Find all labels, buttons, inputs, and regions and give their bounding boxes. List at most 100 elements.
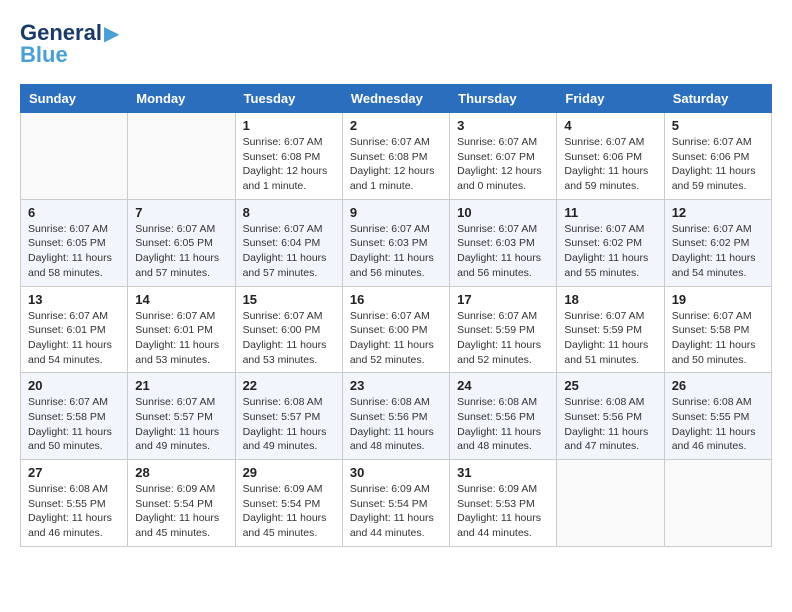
calendar-cell	[664, 460, 771, 547]
calendar-cell: 22 Sunrise: 6:08 AMSunset: 5:57 PMDayligh…	[235, 373, 342, 460]
day-number: 18	[564, 292, 656, 307]
logo-blue: Blue	[20, 42, 68, 68]
day-info: Sunrise: 6:07 AMSunset: 6:03 PMDaylight:…	[350, 222, 442, 281]
day-info: Sunrise: 6:07 AMSunset: 5:57 PMDaylight:…	[135, 395, 227, 454]
weekday-header-saturday: Saturday	[664, 85, 771, 113]
day-number: 15	[243, 292, 335, 307]
calendar-cell: 13 Sunrise: 6:07 AMSunset: 6:01 PMDayligh…	[21, 286, 128, 373]
calendar-week-row: 6 Sunrise: 6:07 AMSunset: 6:05 PMDaylight…	[21, 199, 772, 286]
day-info: Sunrise: 6:07 AMSunset: 6:05 PMDaylight:…	[135, 222, 227, 281]
calendar-cell: 4 Sunrise: 6:07 AMSunset: 6:06 PMDaylight…	[557, 113, 664, 200]
day-number: 27	[28, 465, 120, 480]
calendar-header-row: SundayMondayTuesdayWednesdayThursdayFrid…	[21, 85, 772, 113]
day-number: 13	[28, 292, 120, 307]
day-info: Sunrise: 6:08 AMSunset: 5:56 PMDaylight:…	[564, 395, 656, 454]
day-number: 9	[350, 205, 442, 220]
day-number: 14	[135, 292, 227, 307]
calendar-cell: 24 Sunrise: 6:08 AMSunset: 5:56 PMDayligh…	[450, 373, 557, 460]
calendar-table: SundayMondayTuesdayWednesdayThursdayFrid…	[20, 84, 772, 547]
day-info: Sunrise: 6:07 AMSunset: 5:58 PMDaylight:…	[28, 395, 120, 454]
day-number: 20	[28, 378, 120, 393]
calendar-cell: 30 Sunrise: 6:09 AMSunset: 5:54 PMDayligh…	[342, 460, 449, 547]
day-number: 23	[350, 378, 442, 393]
calendar-cell: 25 Sunrise: 6:08 AMSunset: 5:56 PMDayligh…	[557, 373, 664, 460]
day-info: Sunrise: 6:08 AMSunset: 5:55 PMDaylight:…	[28, 482, 120, 541]
calendar-cell: 23 Sunrise: 6:08 AMSunset: 5:56 PMDayligh…	[342, 373, 449, 460]
day-number: 25	[564, 378, 656, 393]
day-info: Sunrise: 6:07 AMSunset: 6:01 PMDaylight:…	[28, 309, 120, 368]
calendar-cell: 9 Sunrise: 6:07 AMSunset: 6:03 PMDaylight…	[342, 199, 449, 286]
calendar-week-row: 27 Sunrise: 6:08 AMSunset: 5:55 PMDayligh…	[21, 460, 772, 547]
weekday-header-sunday: Sunday	[21, 85, 128, 113]
day-number: 31	[457, 465, 549, 480]
day-number: 3	[457, 118, 549, 133]
day-number: 5	[672, 118, 764, 133]
day-info: Sunrise: 6:09 AMSunset: 5:54 PMDaylight:…	[243, 482, 335, 541]
day-number: 11	[564, 205, 656, 220]
day-number: 21	[135, 378, 227, 393]
logo: General ▶ Blue	[20, 20, 119, 68]
calendar-week-row: 13 Sunrise: 6:07 AMSunset: 6:01 PMDayligh…	[21, 286, 772, 373]
day-info: Sunrise: 6:07 AMSunset: 6:08 PMDaylight:…	[350, 135, 442, 194]
calendar-cell: 10 Sunrise: 6:07 AMSunset: 6:03 PMDayligh…	[450, 199, 557, 286]
weekday-header-monday: Monday	[128, 85, 235, 113]
day-info: Sunrise: 6:09 AMSunset: 5:53 PMDaylight:…	[457, 482, 549, 541]
calendar-cell: 26 Sunrise: 6:08 AMSunset: 5:55 PMDayligh…	[664, 373, 771, 460]
day-number: 10	[457, 205, 549, 220]
day-info: Sunrise: 6:07 AMSunset: 5:59 PMDaylight:…	[457, 309, 549, 368]
calendar-week-row: 1 Sunrise: 6:07 AMSunset: 6:08 PMDaylight…	[21, 113, 772, 200]
day-info: Sunrise: 6:07 AMSunset: 6:01 PMDaylight:…	[135, 309, 227, 368]
calendar-cell: 14 Sunrise: 6:07 AMSunset: 6:01 PMDayligh…	[128, 286, 235, 373]
calendar-cell: 18 Sunrise: 6:07 AMSunset: 5:59 PMDayligh…	[557, 286, 664, 373]
day-number: 30	[350, 465, 442, 480]
calendar-cell: 3 Sunrise: 6:07 AMSunset: 6:07 PMDaylight…	[450, 113, 557, 200]
calendar-cell	[128, 113, 235, 200]
day-number: 26	[672, 378, 764, 393]
day-number: 24	[457, 378, 549, 393]
logo-bird-icon: ▶	[104, 21, 119, 46]
calendar-cell	[557, 460, 664, 547]
day-number: 22	[243, 378, 335, 393]
calendar-cell: 7Sunrise: 6:07 AMSunset: 6:05 PMDaylight…	[128, 199, 235, 286]
day-info: Sunrise: 6:08 AMSunset: 5:56 PMDaylight:…	[457, 395, 549, 454]
day-info: Sunrise: 6:07 AMSunset: 5:59 PMDaylight:…	[564, 309, 656, 368]
calendar-cell: 6 Sunrise: 6:07 AMSunset: 6:05 PMDaylight…	[21, 199, 128, 286]
day-number: 4	[564, 118, 656, 133]
day-info: Sunrise: 6:08 AMSunset: 5:56 PMDaylight:…	[350, 395, 442, 454]
day-info: Sunrise: 6:07 AMSunset: 6:03 PMDaylight:…	[457, 222, 549, 281]
calendar-cell: 8 Sunrise: 6:07 AMSunset: 6:04 PMDaylight…	[235, 199, 342, 286]
calendar-cell: 21 Sunrise: 6:07 AMSunset: 5:57 PMDayligh…	[128, 373, 235, 460]
calendar-cell: 29Sunrise: 6:09 AMSunset: 5:54 PMDayligh…	[235, 460, 342, 547]
day-info: Sunrise: 6:07 AMSunset: 5:58 PMDaylight:…	[672, 309, 764, 368]
day-number: 6	[28, 205, 120, 220]
day-number: 2	[350, 118, 442, 133]
calendar-cell: 15 Sunrise: 6:07 AMSunset: 6:00 PMDayligh…	[235, 286, 342, 373]
calendar-cell: 28 Sunrise: 6:09 AMSunset: 5:54 PMDayligh…	[128, 460, 235, 547]
day-info: Sunrise: 6:08 AMSunset: 5:55 PMDaylight:…	[672, 395, 764, 454]
day-number: 12	[672, 205, 764, 220]
calendar-week-row: 20 Sunrise: 6:07 AMSunset: 5:58 PMDayligh…	[21, 373, 772, 460]
day-info: Sunrise: 6:07 AMSunset: 6:07 PMDaylight:…	[457, 135, 549, 194]
day-info: Sunrise: 6:07 AMSunset: 6:05 PMDaylight:…	[28, 222, 120, 281]
calendar-cell: 31 Sunrise: 6:09 AMSunset: 5:53 PMDayligh…	[450, 460, 557, 547]
calendar-cell: 19 Sunrise: 6:07 AMSunset: 5:58 PMDayligh…	[664, 286, 771, 373]
day-info: Sunrise: 6:07 AMSunset: 6:04 PMDaylight:…	[243, 222, 335, 281]
day-info: Sunrise: 6:07 AMSunset: 6:06 PMDaylight:…	[564, 135, 656, 194]
weekday-header-thursday: Thursday	[450, 85, 557, 113]
calendar-cell: 16Sunrise: 6:07 AMSunset: 6:00 PMDayligh…	[342, 286, 449, 373]
day-number: 17	[457, 292, 549, 307]
calendar-cell: 17 Sunrise: 6:07 AMSunset: 5:59 PMDayligh…	[450, 286, 557, 373]
calendar-cell: 5Sunrise: 6:07 AMSunset: 6:06 PMDaylight…	[664, 113, 771, 200]
day-info: Sunrise: 6:07 AMSunset: 6:00 PMDaylight:…	[350, 309, 442, 368]
day-info: Sunrise: 6:09 AMSunset: 5:54 PMDaylight:…	[135, 482, 227, 541]
day-info: Sunrise: 6:07 AMSunset: 6:00 PMDaylight:…	[243, 309, 335, 368]
calendar-cell: 20 Sunrise: 6:07 AMSunset: 5:58 PMDayligh…	[21, 373, 128, 460]
day-number: 28	[135, 465, 227, 480]
day-number: 8	[243, 205, 335, 220]
day-number: 19	[672, 292, 764, 307]
day-info: Sunrise: 6:08 AMSunset: 5:57 PMDaylight:…	[243, 395, 335, 454]
day-info: Sunrise: 6:09 AMSunset: 5:54 PMDaylight:…	[350, 482, 442, 541]
weekday-header-tuesday: Tuesday	[235, 85, 342, 113]
day-info: Sunrise: 6:07 AMSunset: 6:02 PMDaylight:…	[672, 222, 764, 281]
day-number: 1	[243, 118, 335, 133]
